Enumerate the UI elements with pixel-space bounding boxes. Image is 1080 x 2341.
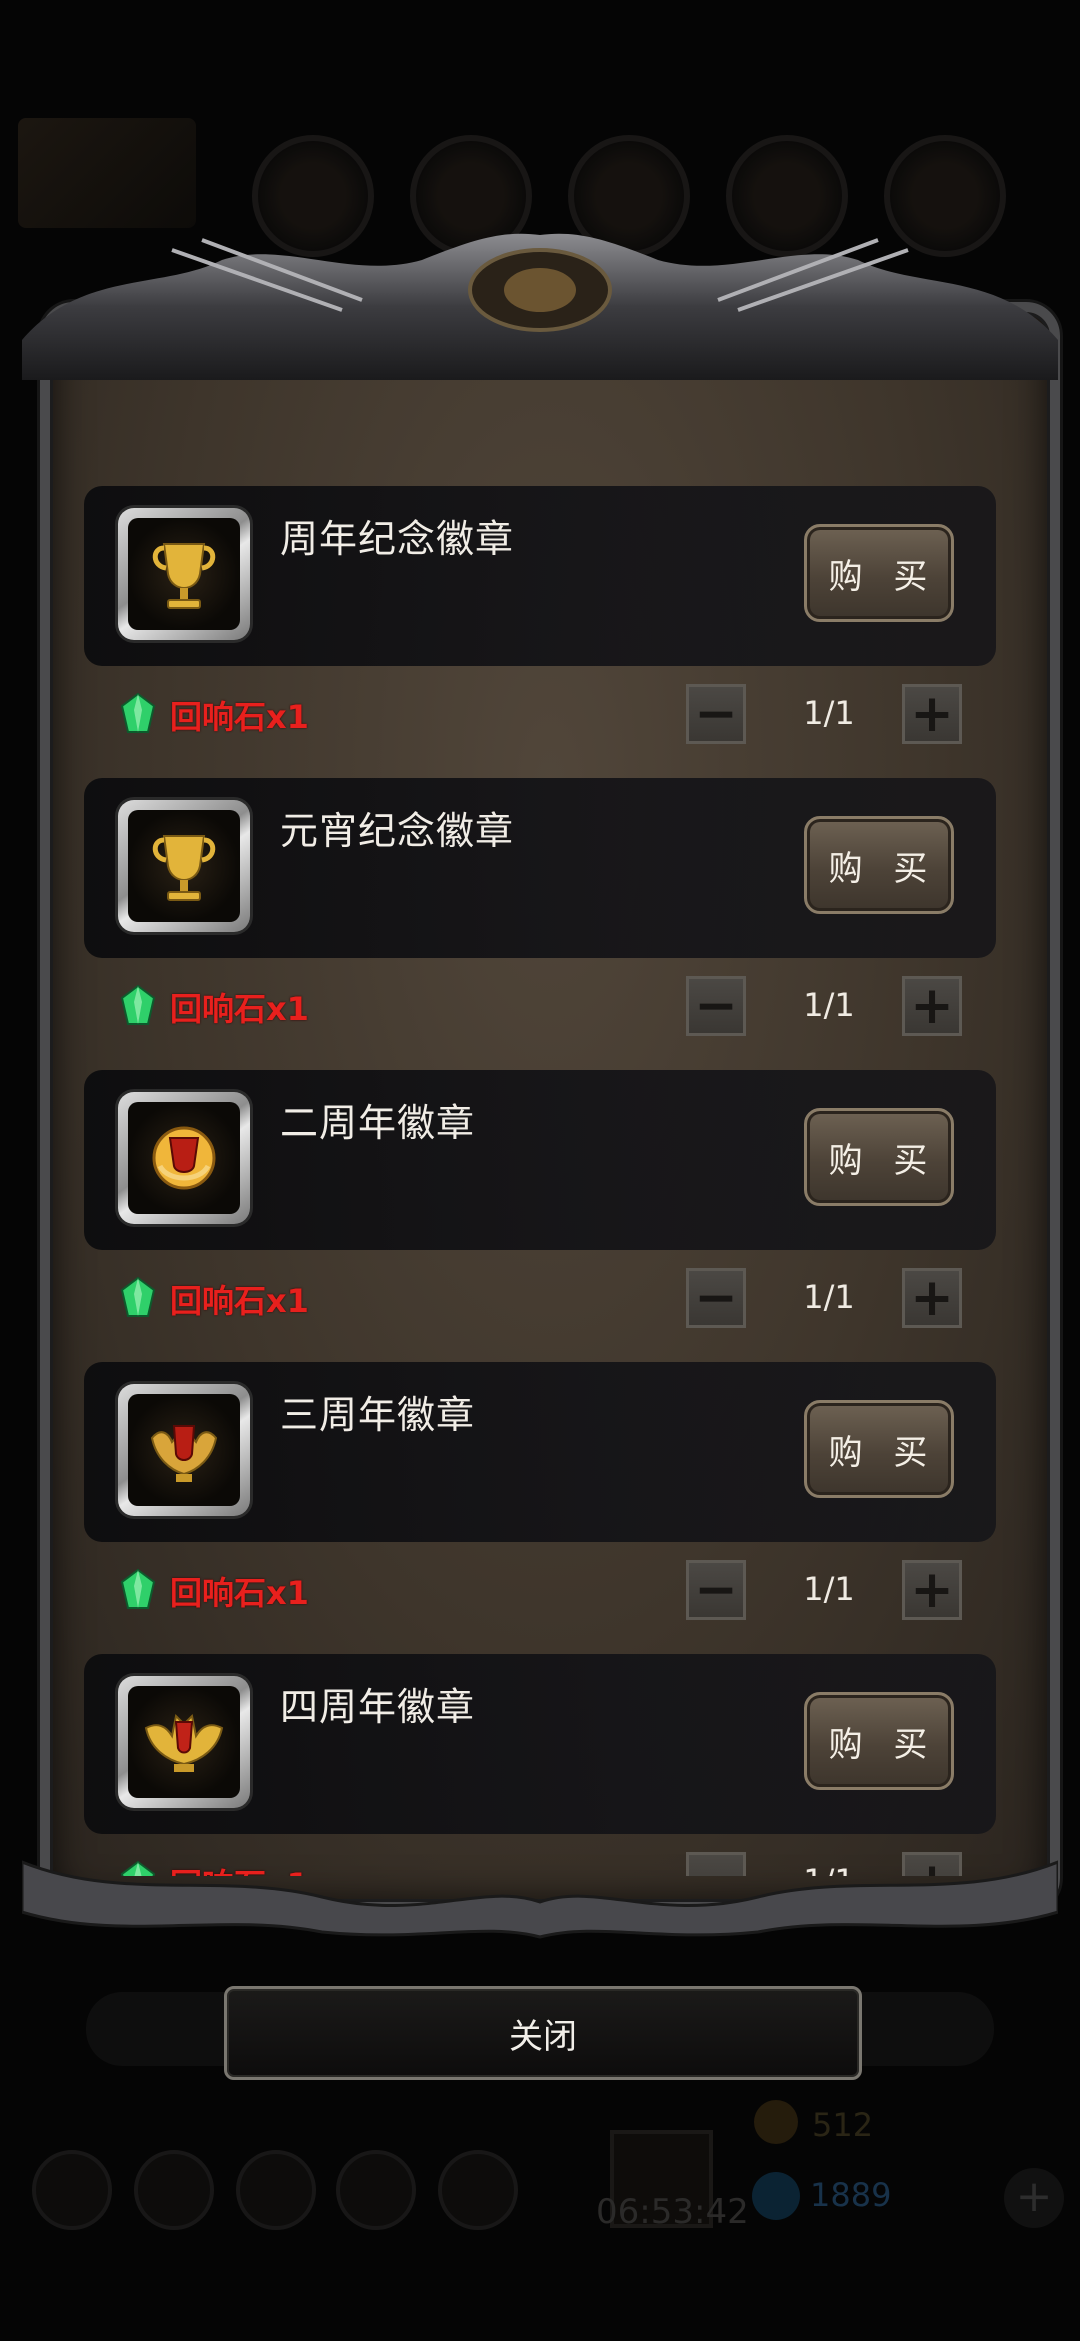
- list-item: 四周年徽章 购 买 回响石x1 − 1/1 +: [84, 1654, 996, 1876]
- bottom-menu-icon: [236, 2150, 316, 2230]
- item-price: 回响石x1: [170, 1282, 309, 1320]
- game-logo: [18, 118, 196, 228]
- list-item: 三周年徽章 购 买 回响石x1 − 1/1 +: [84, 1362, 996, 1654]
- bottom-menu-icon: [134, 2150, 214, 2230]
- increase-quantity-button[interactable]: +: [902, 976, 962, 1036]
- quantity-value: 1/1: [774, 1862, 884, 1876]
- buy-button[interactable]: 购 买: [804, 524, 954, 622]
- item-card: 二周年徽章 购 买: [84, 1070, 996, 1250]
- buy-button[interactable]: 购 买: [804, 1108, 954, 1206]
- price-row: 回响石x1 − 1/1 +: [84, 682, 996, 752]
- echo-stone-icon: [120, 984, 156, 1025]
- add-currency-button: +: [1004, 2168, 1064, 2228]
- decrease-quantity-button[interactable]: −: [686, 976, 746, 1036]
- decrease-quantity-button[interactable]: −: [686, 1560, 746, 1620]
- second-anniversary-badge-icon: [152, 1126, 216, 1190]
- price-row: 回响石x1 − 1/1 +: [84, 1850, 996, 1876]
- item-price: 回响石x1: [170, 1860, 309, 1876]
- echo-stone-icon: [120, 692, 156, 733]
- increase-quantity-button[interactable]: +: [902, 684, 962, 744]
- price-row: 回响石x1 − 1/1 +: [84, 974, 996, 1044]
- item-name: 三周年徽章: [280, 1393, 476, 1437]
- item-name: 元宵纪念徽章: [280, 809, 515, 853]
- item-price: 回响石x1: [170, 1574, 309, 1612]
- decrease-quantity-button[interactable]: −: [686, 1268, 746, 1328]
- quantity-value: 1/1: [803, 1570, 855, 1608]
- item-icon-frame: [118, 1384, 250, 1516]
- increase-quantity-button[interactable]: +: [902, 1852, 962, 1876]
- list-item: 元宵纪念徽章 购 买 回响石x1 − 1/1 +: [84, 778, 996, 1070]
- list-item: 二周年徽章 购 买 回响石x1 − 1/1 +: [84, 1070, 996, 1362]
- quantity-value: 1/1: [803, 986, 855, 1024]
- item-name: 周年纪念徽章: [280, 517, 515, 561]
- item-icon-frame: [118, 508, 250, 640]
- increase-quantity-button[interactable]: +: [902, 1268, 962, 1328]
- buy-button[interactable]: 购 买: [804, 1400, 954, 1498]
- item-card: 三周年徽章 购 买: [84, 1362, 996, 1542]
- item-list[interactable]: 周年纪念徽章 购 买 回响石x1 − 1/1 + 元宵纪念徽章 购 买 回响石x…: [84, 486, 996, 1876]
- item-price: 回响石x1: [170, 698, 309, 736]
- increase-quantity-button[interactable]: +: [902, 1560, 962, 1620]
- gold-trophy-icon: [152, 543, 216, 609]
- bottom-menu-icon: [438, 2150, 518, 2230]
- buy-button[interactable]: 购 买: [804, 816, 954, 914]
- item-icon-frame: [118, 800, 250, 932]
- decrease-quantity-button[interactable]: −: [686, 684, 746, 744]
- list-item: 周年纪念徽章 购 买 回响石x1 − 1/1 +: [84, 486, 996, 778]
- price-row: 回响石x1 − 1/1 +: [84, 1266, 996, 1336]
- item-icon-frame: [118, 1092, 250, 1224]
- fourth-anniversary-badge-icon: [144, 1713, 224, 1772]
- price-row: 回响石x1 − 1/1 +: [84, 1558, 996, 1628]
- item-card: 周年纪念徽章 购 买: [84, 486, 996, 666]
- item-icon-frame: [118, 1676, 250, 1808]
- gem-amount: 1889: [810, 2176, 892, 2214]
- item-price: 回响石x1: [170, 990, 309, 1028]
- bottom-menu-icon: [32, 2150, 112, 2230]
- gold-amount: 512: [812, 2106, 874, 2144]
- item-name: 四周年徽章: [280, 1685, 476, 1729]
- gem-currency-icon: [752, 2172, 800, 2220]
- third-anniversary-badge-icon: [150, 1425, 218, 1482]
- clock-text: 06:53:42: [596, 2192, 749, 2232]
- item-name: 二周年徽章: [280, 1101, 476, 1145]
- gold-trophy-icon: [152, 835, 216, 901]
- dialog-top-ornament: [22, 233, 1058, 380]
- item-card: 元宵纪念徽章 购 买: [84, 778, 996, 958]
- quantity-value: 1/1: [803, 1278, 855, 1316]
- close-button[interactable]: 关闭: [224, 1986, 862, 2080]
- decrease-quantity-button[interactable]: −: [686, 1852, 746, 1876]
- quantity-value: 1/1: [803, 694, 855, 732]
- bottom-menu-icon: [336, 2150, 416, 2230]
- item-card: 四周年徽章 购 买: [84, 1654, 996, 1834]
- echo-stone-icon: [120, 1276, 156, 1317]
- echo-stone-icon: [120, 1860, 156, 1876]
- buy-button[interactable]: 购 买: [804, 1692, 954, 1790]
- echo-stone-icon: [120, 1568, 156, 1609]
- gold-coin-icon: [754, 2100, 798, 2144]
